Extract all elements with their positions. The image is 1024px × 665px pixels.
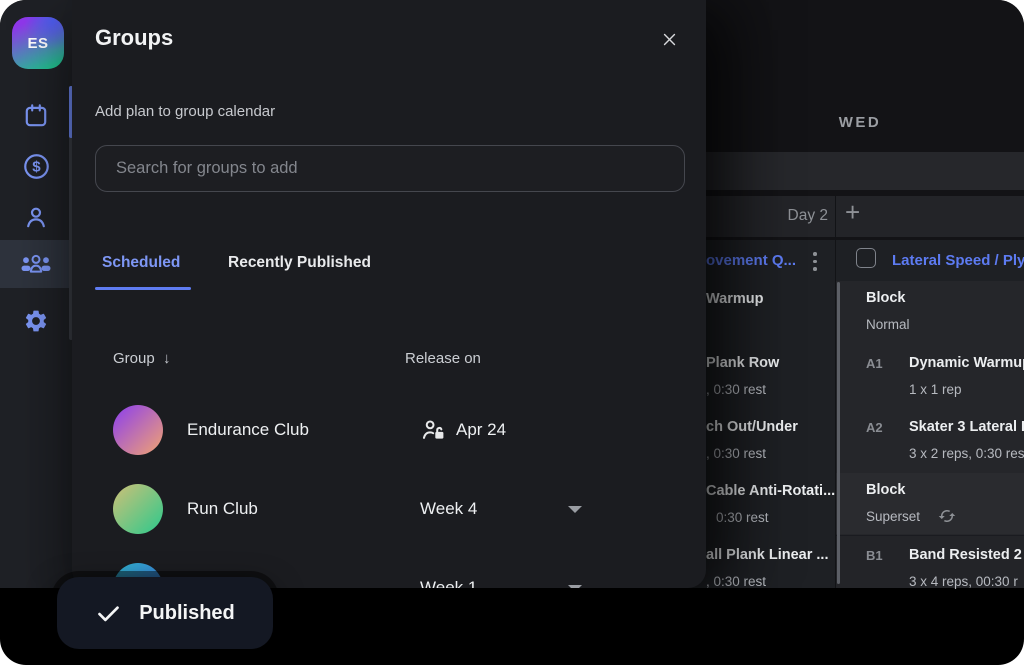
superset-cycle-icon [938, 507, 956, 525]
sidebar-item-payments[interactable]: $ [0, 142, 72, 190]
avatar[interactable]: ES [12, 17, 64, 69]
left-item-detail: , 0:30 rest [706, 382, 766, 397]
weekday-header: WED [800, 114, 920, 131]
block-type: Normal [866, 317, 910, 332]
sidebar-item-athletes[interactable] [0, 193, 72, 241]
person-icon [23, 204, 49, 230]
groups-modal: Groups Add plan to group calendar Schedu… [72, 0, 706, 588]
gear-icon [23, 308, 49, 334]
block-label: Block [866, 482, 906, 498]
add-session-button[interactable]: + [845, 197, 860, 228]
sort-arrow-icon: ↓ [163, 350, 171, 367]
group-name: Endurance Club [187, 405, 309, 455]
published-toast: Published [57, 577, 273, 649]
left-workout-title-link[interactable]: ovement Q... [706, 252, 796, 269]
group-row[interactable]: Run Club Week 4 [113, 484, 690, 534]
exercise-tag: A2 [866, 420, 883, 435]
left-item-name: Plank Row [706, 355, 779, 371]
tab-scheduled[interactable]: Scheduled [102, 254, 180, 272]
person-lock-icon [420, 417, 447, 444]
modal-subtitle: Add plan to group calendar [95, 103, 275, 120]
column-header-release: Release on [405, 350, 481, 367]
day-column-label: Day 2 [740, 207, 828, 225]
left-item-detail: , 0:30 rest [706, 446, 766, 461]
week-select[interactable]: Week 1 [420, 563, 477, 588]
column-header-group[interactable]: Group ↓ [113, 350, 171, 367]
exercise-name: Dynamic Warmup [909, 355, 1024, 371]
check-icon [95, 600, 122, 627]
group-avatar [113, 484, 163, 534]
modal-title: Groups [95, 25, 173, 51]
block2-header-band [836, 473, 1024, 534]
workout-title-link[interactable]: Lateral Speed / Plyo [892, 252, 1024, 269]
left-item-name: all Plank Linear ... [706, 547, 829, 563]
block-type: Superset [866, 509, 920, 524]
exercise-detail: 3 x 2 reps, 0:30 res [909, 446, 1024, 461]
left-item-name: ch Out/Under [706, 419, 798, 435]
column-divider [835, 196, 836, 588]
search-input[interactable] [95, 145, 685, 192]
left-item-name: Cable Anti-Rotati... [706, 483, 835, 499]
exercise-tag: A1 [866, 356, 883, 371]
svg-text:$: $ [32, 158, 41, 175]
exercise-name: Skater 3 Lateral Hop [909, 419, 1024, 435]
left-item-name: Warmup [706, 291, 763, 307]
group-row[interactable]: Endurance Club Apr 24 [113, 405, 690, 455]
kebab-menu-icon[interactable] [813, 252, 817, 271]
group-avatar [113, 405, 163, 455]
exercise-tag: B1 [866, 548, 883, 563]
close-icon[interactable] [656, 26, 682, 52]
toast-label: Published [139, 602, 235, 625]
block-label: Block [866, 290, 906, 306]
release-value[interactable]: Apr 24 [420, 405, 506, 455]
app-frame: Day 2 + WED ovement Q... Warmup Plank Ro… [0, 0, 1024, 665]
week-select[interactable]: Week 4 [420, 484, 477, 534]
sidebar-item-settings[interactable] [0, 297, 72, 345]
group-name: Run Club [187, 484, 258, 534]
chevron-down-icon[interactable] [568, 506, 582, 513]
sidebar-item-calendar[interactable] [0, 92, 72, 140]
active-tab-underline [95, 287, 191, 290]
calendar-icon [23, 103, 49, 129]
groups-icon [20, 251, 52, 277]
workout-card-scrollbar[interactable] [837, 282, 840, 584]
tab-recently-published[interactable]: Recently Published [228, 254, 371, 272]
left-item-detail: , 0:30 rest [706, 574, 766, 589]
exercise-detail: 3 x 4 reps, 00:30 r [909, 574, 1018, 589]
sidebar-nav: ES $ [0, 0, 72, 588]
workout-checkbox[interactable] [856, 248, 876, 268]
left-item-detail: 0:30 rest [716, 510, 769, 525]
exercise-detail: 1 x 1 rep [909, 382, 962, 397]
dollar-circle-icon: $ [22, 152, 51, 181]
exercise-name: Band Resisted 2 Step [909, 547, 1024, 563]
chevron-down-icon[interactable] [568, 585, 582, 588]
sidebar-item-groups[interactable] [0, 240, 72, 288]
